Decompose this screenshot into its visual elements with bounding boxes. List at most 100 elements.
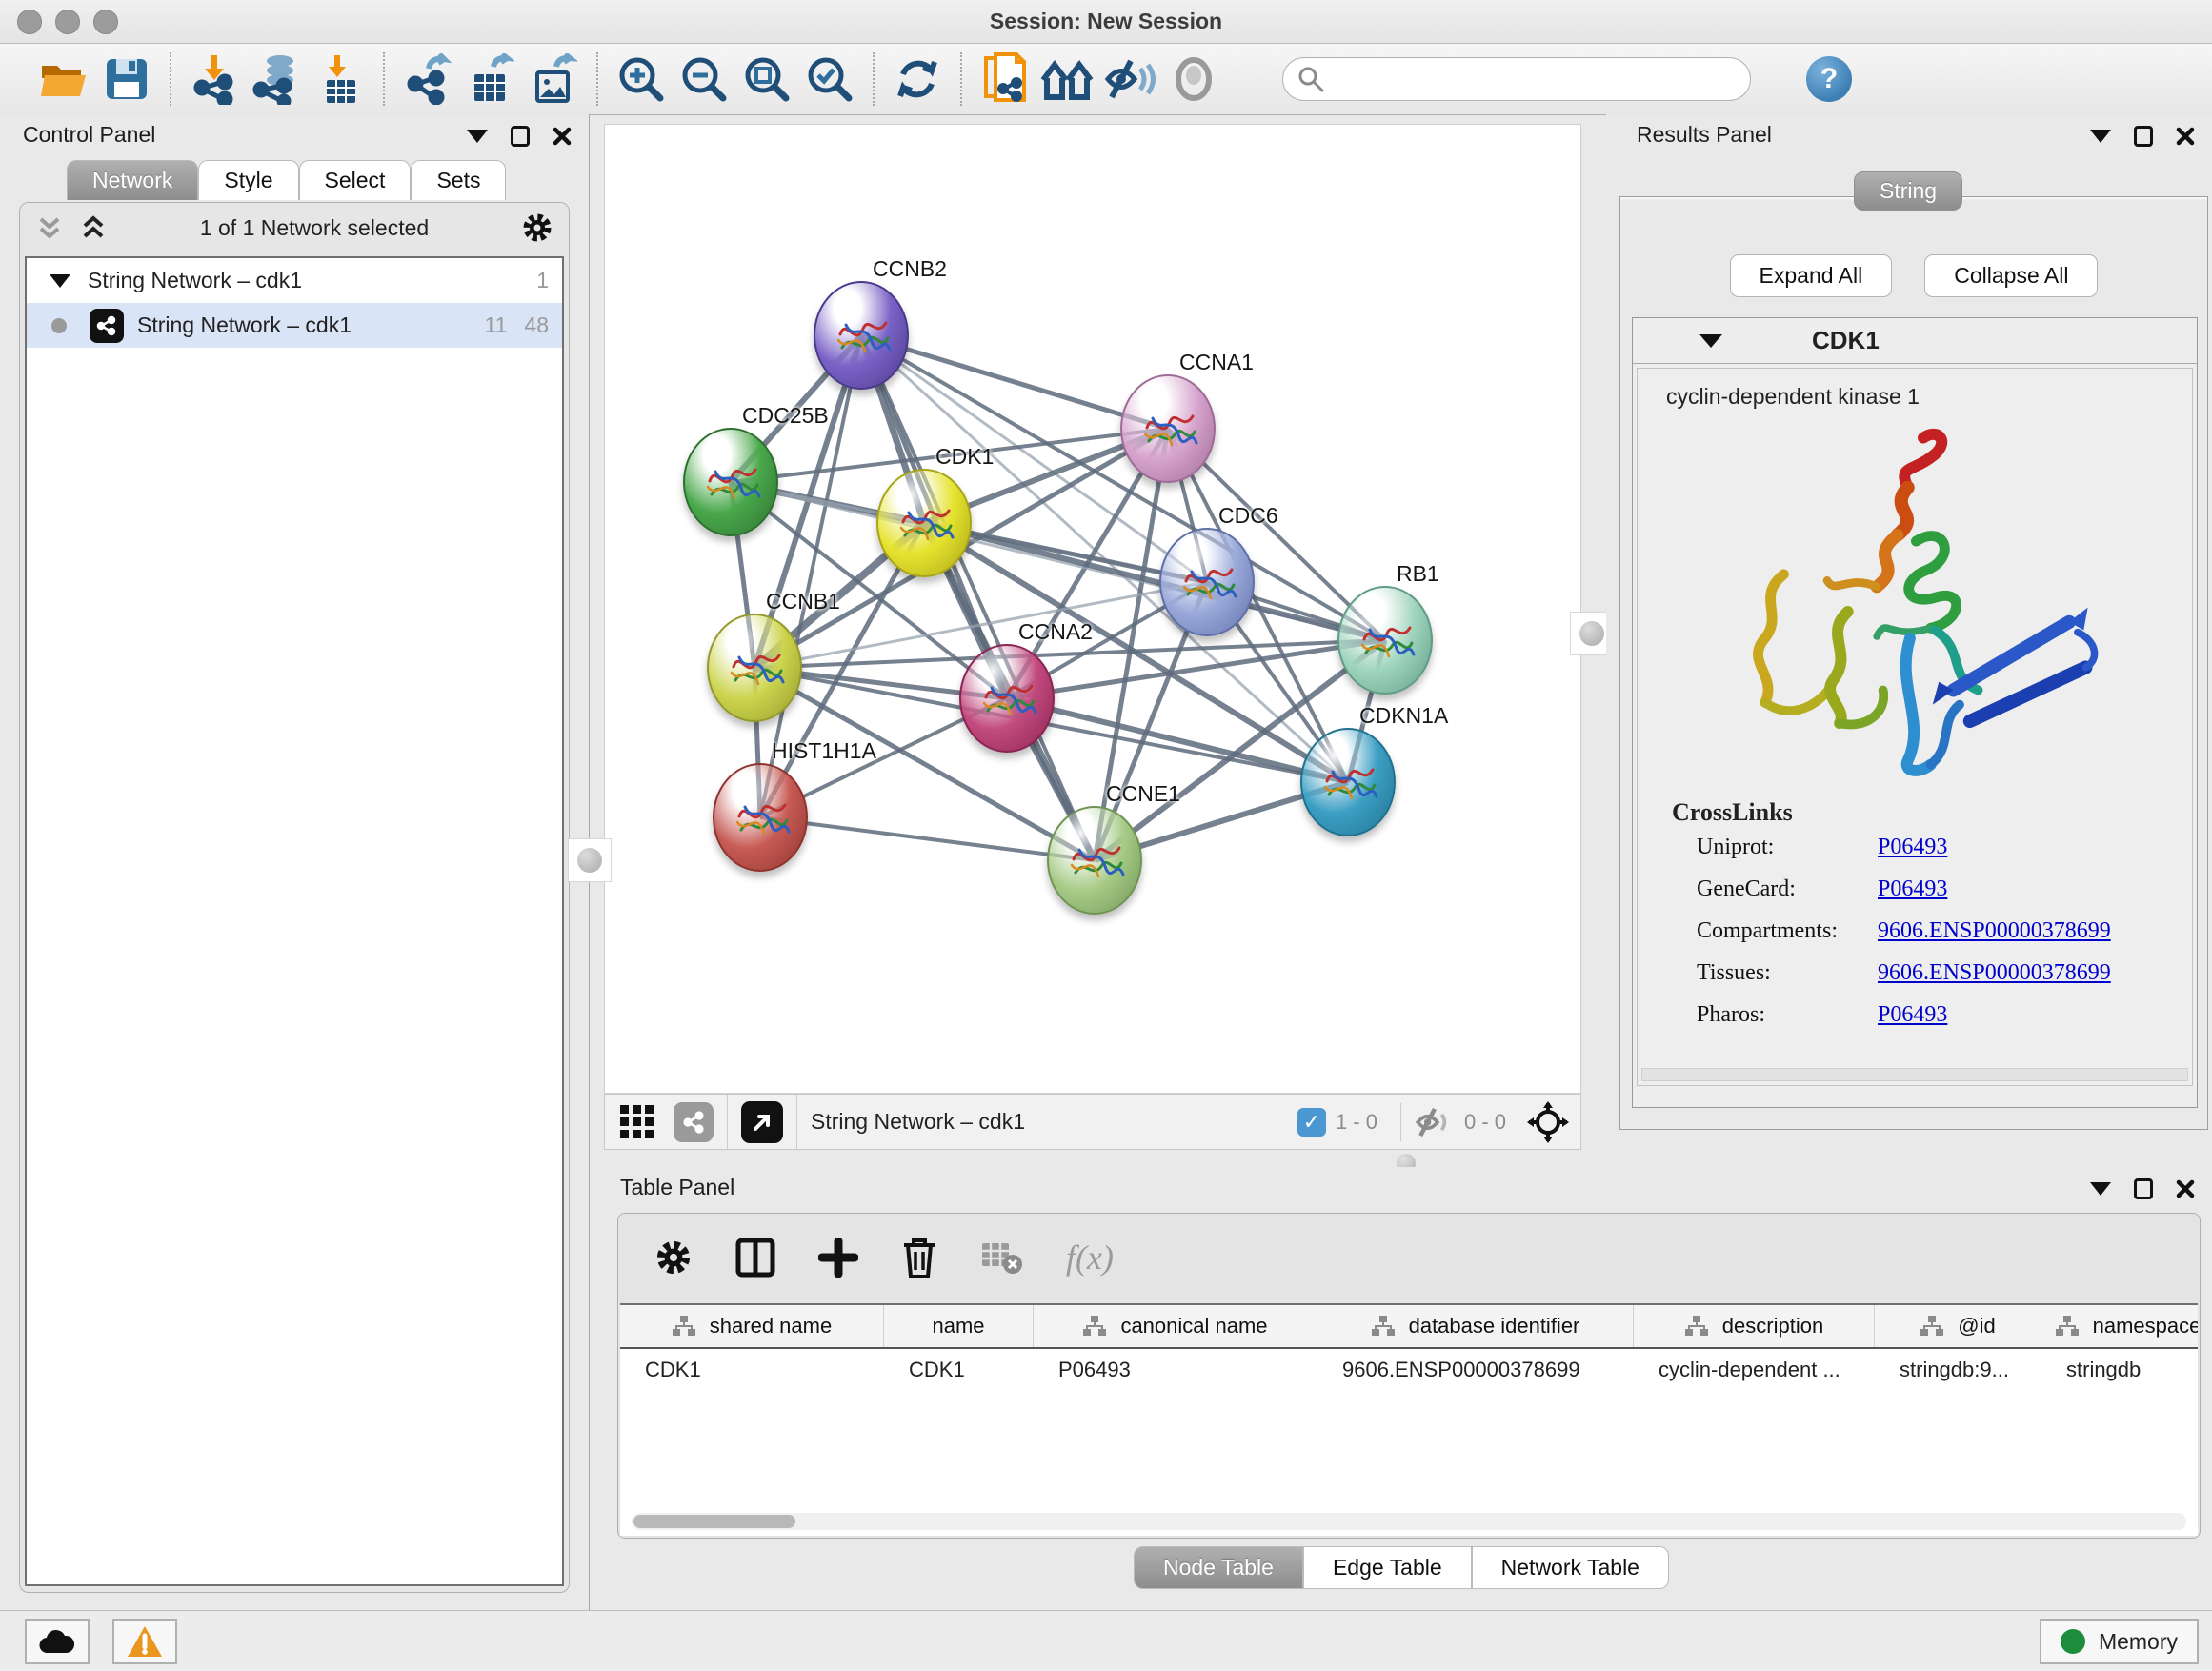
table-cell[interactable]: CDK1	[884, 1349, 1034, 1391]
node-CCNA2[interactable]: CCNA2	[959, 644, 1055, 753]
node-CCNA1[interactable]: CCNA1	[1120, 374, 1216, 483]
import-network-file-button[interactable]	[183, 51, 246, 107]
collapse-all-icon[interactable]	[35, 213, 64, 242]
results-panel-close-icon[interactable]	[2176, 127, 2195, 146]
warnings-button[interactable]	[112, 1619, 177, 1664]
crosslink-link[interactable]: P06493	[1878, 1002, 1947, 1028]
zoom-selected-button[interactable]	[798, 51, 861, 107]
node-CDC6[interactable]: CDC6	[1159, 528, 1255, 636]
export-image-button[interactable]	[522, 51, 585, 107]
tab-string[interactable]: String	[1854, 171, 1962, 211]
tab-edge-table[interactable]: Edge Table	[1303, 1546, 1472, 1589]
table-cell[interactable]: stringdb:9...	[1875, 1349, 2041, 1391]
node-label-CCNB2: CCNB2	[873, 256, 947, 282]
collapse-all-button[interactable]: Collapse All	[1924, 254, 2098, 297]
control-panel-close-icon[interactable]	[553, 127, 572, 146]
tab-select[interactable]: Select	[299, 160, 412, 200]
node-CCNB1[interactable]: CCNB1	[707, 614, 802, 722]
import-network-database-button[interactable]	[246, 51, 309, 107]
crosslink-row: Tissues:9606.ENSP00000378699	[1697, 960, 2192, 986]
column-header-description[interactable]: description	[1634, 1305, 1875, 1347]
table-hscrollbar[interactable]	[632, 1513, 2186, 1530]
table-row[interactable]: CDK1CDK1P064939606.ENSP00000378699cyclin…	[620, 1349, 2198, 1391]
network-collection-row[interactable]: String Network – cdk1 1	[27, 258, 562, 303]
column-header-canonical-name[interactable]: canonical name	[1034, 1305, 1317, 1347]
node-table: shared namenamecanonical namedatabase id…	[620, 1303, 2198, 1536]
crosslink-link[interactable]: 9606.ENSP00000378699	[1878, 918, 2111, 944]
tab-network[interactable]: Network	[67, 160, 198, 200]
edge-CCNB2-CCNE1[interactable]	[861, 335, 1095, 860]
network-row[interactable]: String Network – cdk1 11 48	[27, 303, 562, 348]
node-HIST1H1A[interactable]: HIST1H1A	[713, 763, 808, 872]
export-table-button[interactable]	[459, 51, 522, 107]
share-network-icon[interactable]	[674, 1102, 714, 1142]
node-CDC25B[interactable]: CDC25B	[683, 428, 778, 536]
fit-content-crosshair-icon[interactable]	[1527, 1101, 1569, 1143]
node-CDKN1A[interactable]: CDKN1A	[1300, 728, 1396, 836]
table-panel-collapse-icon[interactable]	[2090, 1182, 2111, 1196]
node-CDK1[interactable]: CDK1	[876, 469, 972, 577]
crosslink-link[interactable]: P06493	[1878, 876, 1947, 902]
table-panel-close-icon[interactable]	[2176, 1179, 2195, 1198]
tab-style[interactable]: Style	[198, 160, 298, 200]
toolbar-search-input[interactable]	[1282, 57, 1751, 101]
column-header-database-identifier[interactable]: database identifier	[1317, 1305, 1634, 1347]
clone-network-button[interactable]	[974, 51, 1036, 107]
expand-all-icon[interactable]	[79, 213, 108, 242]
table-options-gear-icon[interactable]	[654, 1238, 693, 1277]
table-cell[interactable]: P06493	[1034, 1349, 1317, 1391]
open-session-button[interactable]	[32, 51, 95, 107]
gene-card-header[interactable]: CDK1	[1633, 318, 2197, 364]
homes-button[interactable]	[1036, 51, 1099, 107]
table-cell[interactable]: CDK1	[620, 1349, 884, 1391]
hide-selected-button[interactable]	[1099, 51, 1162, 107]
results-hscrollbar[interactable]	[1641, 1068, 2188, 1081]
table-hscroll-thumb[interactable]	[633, 1515, 795, 1528]
table-cell[interactable]: 9606.ENSP00000378699	[1317, 1349, 1634, 1391]
column-header-shared-name[interactable]: shared name	[620, 1305, 884, 1347]
table-cell[interactable]: cyclin-dependent ...	[1634, 1349, 1875, 1391]
show-columns-icon[interactable]	[734, 1237, 776, 1278]
crosslink-link[interactable]: P06493	[1878, 835, 1947, 860]
show-hidden-button[interactable]	[1162, 51, 1225, 107]
crosslink-link[interactable]: 9606.ENSP00000378699	[1878, 960, 2111, 986]
node-RB1[interactable]: RB1	[1337, 586, 1433, 695]
memory-button[interactable]: Memory	[2040, 1619, 2199, 1664]
expand-all-button[interactable]: Expand All	[1730, 254, 1893, 297]
table-panel-float-icon[interactable]	[2134, 1178, 2153, 1199]
export-network-button[interactable]	[396, 51, 459, 107]
node-CCNE1[interactable]: CCNE1	[1047, 806, 1142, 915]
column-header-namespace[interactable]: namespace	[2041, 1305, 2198, 1347]
zoom-in-button[interactable]	[610, 51, 673, 107]
control-panel-collapse-icon[interactable]	[467, 130, 488, 143]
node-CCNB2[interactable]: CCNB2	[814, 281, 909, 390]
help-button[interactable]: ?	[1806, 56, 1852, 102]
tab-network-table[interactable]: Network Table	[1472, 1546, 1669, 1589]
table-cell[interactable]: stringdb	[2041, 1349, 2198, 1391]
network-canvas[interactable]: CCNB2 CCNA1 CDC25B CDK1 CDC6 RB1 CCNB1 CCNA2 CDK…	[604, 124, 1581, 1094]
collection-expander-icon[interactable]	[50, 274, 70, 288]
gene-description: cyclin-dependent kinase 1	[1666, 384, 2192, 410]
zoom-out-button[interactable]	[673, 51, 735, 107]
cloud-button[interactable]	[25, 1619, 90, 1664]
column-header--id[interactable]: @id	[1875, 1305, 2041, 1347]
save-session-button[interactable]	[95, 51, 158, 107]
zoom-fit-button[interactable]	[735, 51, 798, 107]
control-panel-float-icon[interactable]	[511, 126, 530, 147]
network-options-gear-icon[interactable]	[521, 211, 553, 244]
results-panel-float-icon[interactable]	[2134, 126, 2153, 147]
left-splitter-handle[interactable]	[568, 838, 612, 882]
create-column-plus-icon[interactable]	[818, 1238, 858, 1278]
delete-column-trash-icon[interactable]	[900, 1236, 938, 1279]
edge-HIST1H1A-CCNE1[interactable]	[760, 817, 1095, 860]
export-view-icon[interactable]	[741, 1101, 783, 1143]
gene-expander-icon[interactable]	[1699, 334, 1722, 348]
birdseye-grid-icon[interactable]	[618, 1103, 656, 1141]
tab-sets[interactable]: Sets	[411, 160, 506, 200]
tab-node-table[interactable]: Node Table	[1134, 1546, 1303, 1589]
results-panel-collapse-icon[interactable]	[2090, 130, 2111, 143]
import-table-button[interactable]	[309, 51, 372, 107]
selected-nodes-checkbox[interactable]: ✓	[1297, 1108, 1326, 1137]
apply-layout-button[interactable]	[886, 51, 949, 107]
column-header-name[interactable]: name	[884, 1305, 1034, 1347]
